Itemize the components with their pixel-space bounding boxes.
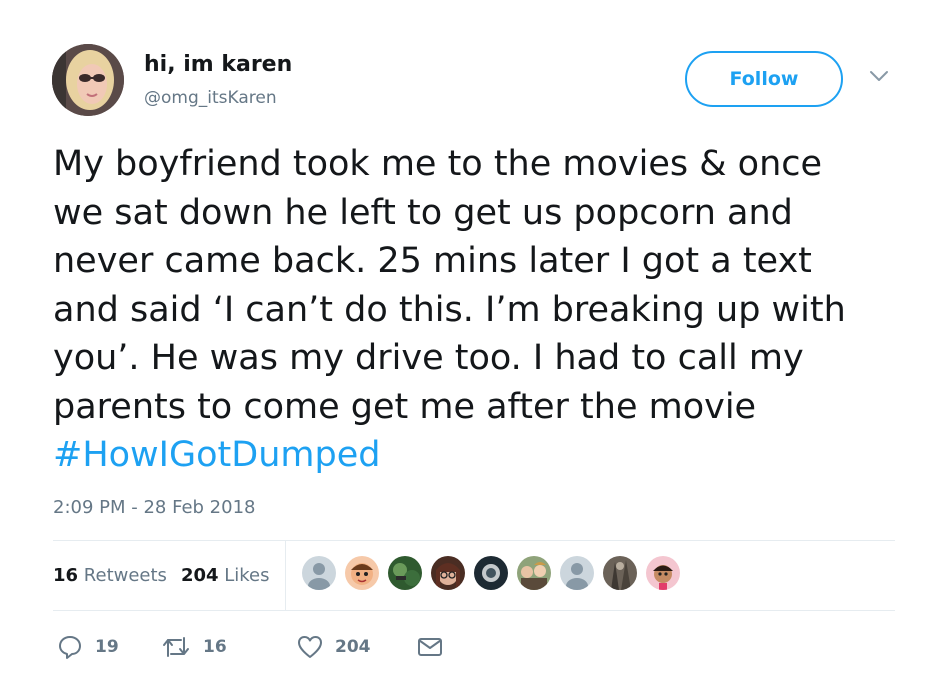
tweet-header: hi, im karen @omg_itsKaren Follow	[52, 44, 902, 124]
retweets-count: 16	[53, 565, 79, 586]
follow-button[interactable]: Follow	[685, 51, 843, 107]
author-display-name[interactable]: hi, im karen	[144, 52, 292, 77]
liker-avatar[interactable]	[302, 556, 336, 590]
divider	[53, 610, 895, 611]
retweets-label: Retweets	[83, 565, 167, 586]
tweet-line: and said ‘I can’t do this. I’m breaking …	[53, 289, 846, 330]
liker-avatar[interactable]	[474, 556, 508, 590]
author-avatar[interactable]	[52, 44, 124, 116]
mail-icon	[418, 638, 442, 656]
tweet-line: My boyfriend took me to the movies & onc…	[53, 144, 823, 184]
retweet-count: 16	[203, 637, 227, 657]
liker-avatars	[302, 556, 689, 592]
divider	[285, 541, 286, 611]
liker-avatar[interactable]	[345, 556, 379, 590]
retweets-stat[interactable]: 16 Retweets	[53, 565, 167, 586]
liker-avatar[interactable]	[646, 556, 680, 590]
tweet-line: we sat down he left to get us popcorn an…	[53, 192, 793, 233]
liker-avatar[interactable]	[560, 556, 594, 590]
reply-icon	[59, 636, 81, 659]
retweet-icon	[163, 637, 189, 657]
likes-stat[interactable]: 204 Likes	[181, 565, 270, 586]
tweet-line: never came back. 25 mins later I got a t…	[53, 241, 812, 281]
like-button[interactable]: 204	[297, 633, 371, 661]
tweet-line: parents to come get me after the movie	[53, 386, 757, 427]
liker-avatar[interactable]	[603, 556, 637, 590]
likes-label: Likes	[224, 565, 270, 586]
tweet-timestamp[interactable]: 2:09 PM - 28 Feb 2018	[53, 497, 256, 518]
retweet-button[interactable]: 16	[161, 633, 227, 661]
author-handle[interactable]: @omg_itsKaren	[144, 88, 277, 108]
chevron-down-icon[interactable]	[868, 68, 890, 84]
hashtag-link[interactable]: #HowIGotDumped	[53, 431, 913, 480]
reply-button[interactable]: 19	[57, 633, 119, 661]
engagement-stats: 16 Retweets 204 Likes	[53, 565, 270, 586]
direct-message-button[interactable]	[417, 633, 455, 661]
like-count: 204	[335, 637, 371, 657]
tweet-text: My boyfriend took me to the movies & onc…	[53, 140, 913, 480]
heart-icon	[298, 636, 322, 658]
tweet-line: you’. He was my drive too. I had to call…	[53, 338, 804, 378]
liker-avatar[interactable]	[431, 556, 465, 590]
liker-avatar[interactable]	[388, 556, 422, 590]
reply-count: 19	[95, 637, 119, 657]
likes-count: 204	[180, 565, 219, 586]
divider	[53, 540, 895, 541]
liker-avatar[interactable]	[517, 556, 551, 590]
